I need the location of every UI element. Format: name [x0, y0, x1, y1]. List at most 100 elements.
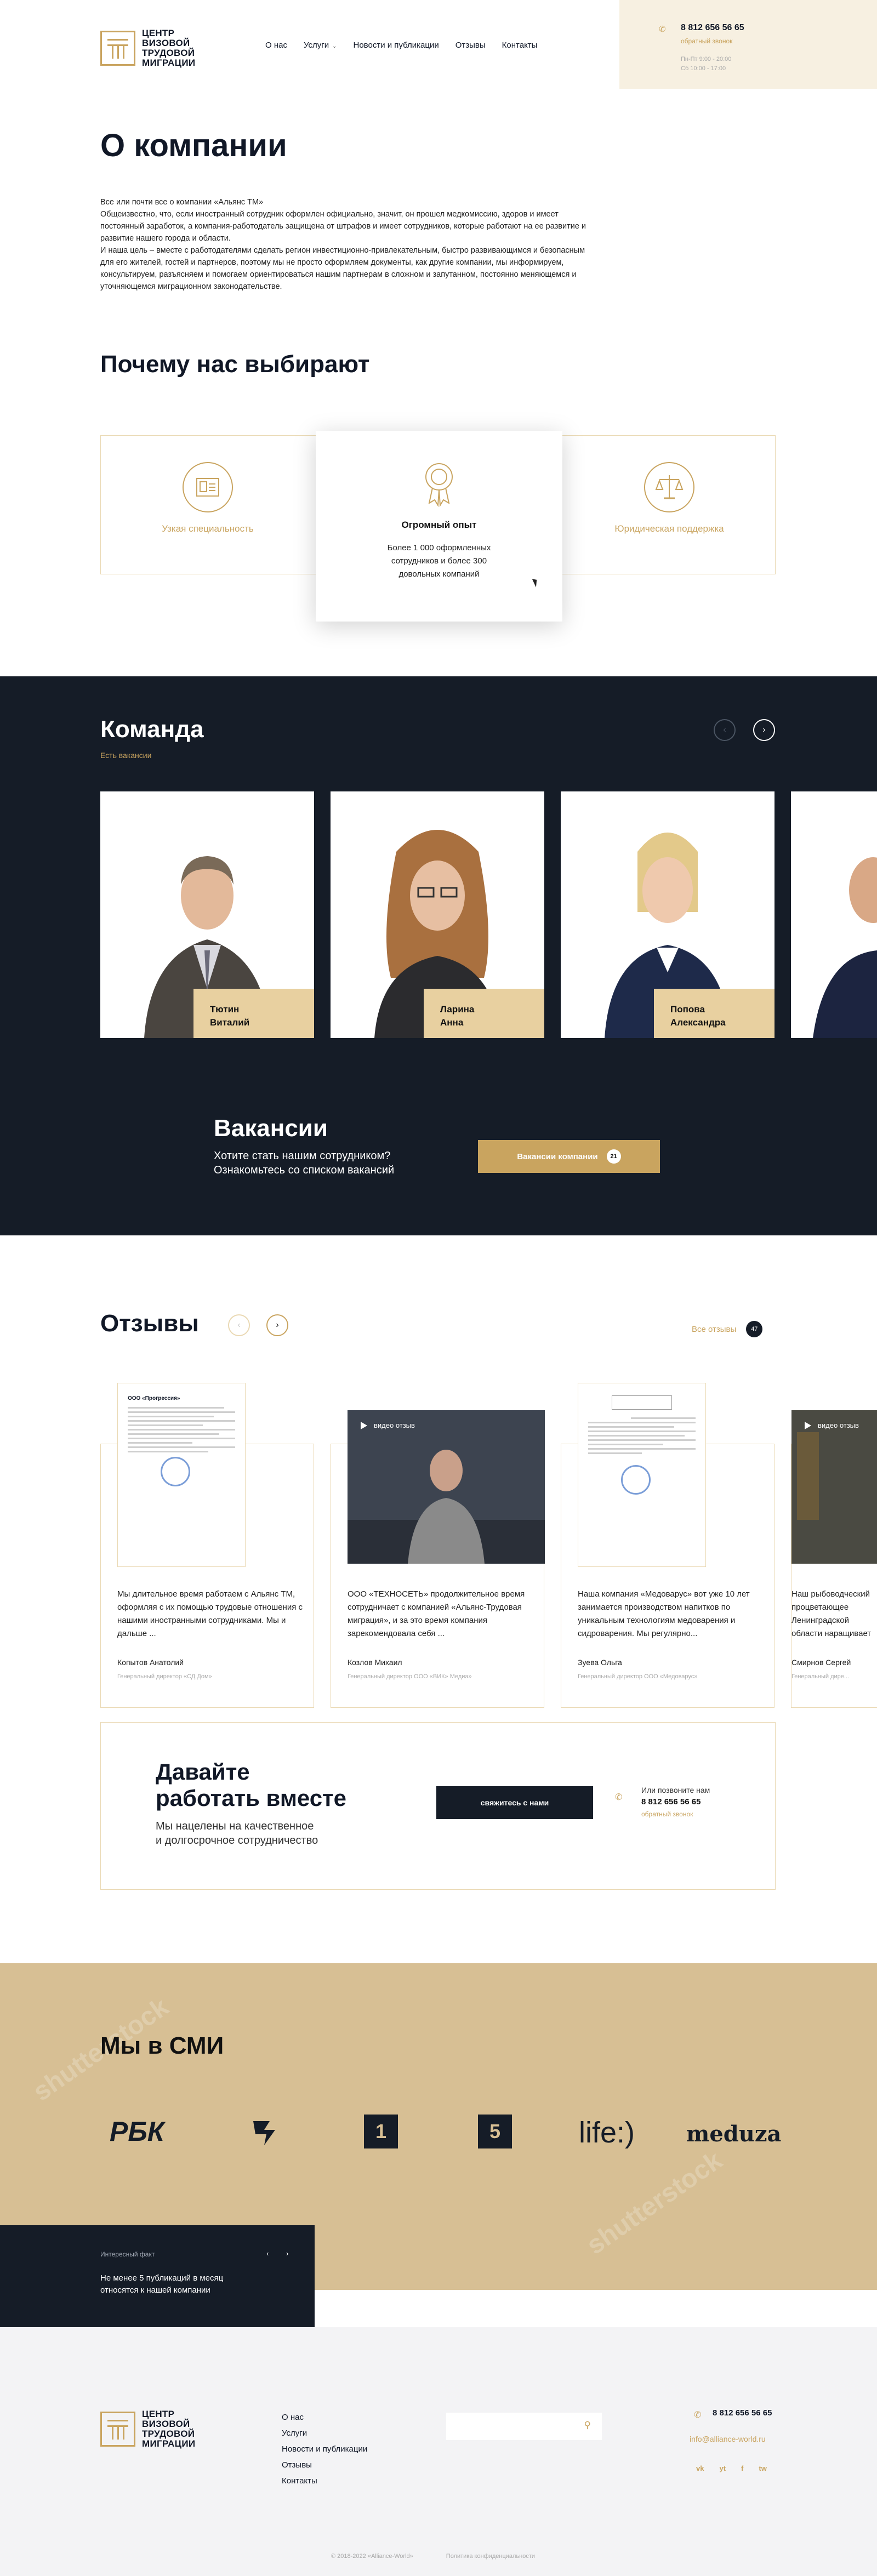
footer-nav-item[interactable]: Услуги [282, 2425, 367, 2441]
review-position: Генеральный директор ООО «ВИК» Медиа» [348, 1673, 472, 1680]
reviews-next-button[interactable]: › [266, 1314, 288, 1336]
footer-logo[interactable]: ЦЕНТР ВИЗОВОЙ ТРУДОВОЙ МИГРАЦИИ [100, 2409, 202, 2449]
review-card[interactable]: видео отзыв Наш рыбоводческий процветающ… [791, 1410, 877, 1708]
logo-line: ТРУДОВОЙ [142, 2429, 195, 2439]
vacancies-link[interactable]: Есть вакансии [100, 751, 151, 760]
reviews-prev-button[interactable]: ‹ [228, 1314, 250, 1336]
search-icon[interactable]: ⚲ [584, 2420, 591, 2431]
fact-prev-button[interactable]: ‹ [266, 2249, 269, 2258]
footer-email[interactable]: info@alliance-world.ru [690, 2435, 766, 2443]
vacancies-button[interactable]: Вакансии компании 21 [478, 1140, 660, 1173]
review-video[interactable]: видео отзыв [791, 1410, 877, 1564]
team-member-card[interactable] [791, 791, 877, 1038]
tv3-icon [253, 2121, 275, 2145]
all-reviews-link[interactable]: Все отзывы 47 [692, 1321, 763, 1337]
team-next-button[interactable]: › [753, 719, 775, 741]
watermark-icon: shutterstock [581, 2146, 728, 2260]
review-author: Козлов Михаил [348, 1658, 402, 1667]
why-card-experience: Огромный опыт Более 1 000 оформленных со… [316, 431, 562, 622]
hours-line: Сб 10:00 - 17:00 [681, 65, 726, 72]
first-channel-icon: 1 [375, 2120, 387, 2142]
tv3-logo[interactable] [248, 2116, 281, 2154]
team-member-card[interactable]: Попова Александра Младший консультант [561, 791, 775, 1038]
member-info: Попова Александра Младший консультант [654, 989, 775, 1038]
nav-contacts[interactable]: Контакты [502, 41, 538, 50]
why-title: Почему нас выбирают [100, 351, 370, 378]
review-position: Генеральный директор ООО «Медоварус» [578, 1673, 698, 1680]
logo-line: ТРУДОВОЙ [142, 48, 195, 58]
logo-line: МИГРАЦИИ [142, 2438, 196, 2449]
fact-label: Интересный факт [100, 2250, 155, 2258]
review-author: Смирнов Сергей [791, 1658, 851, 1667]
nav-services[interactable]: Услуги ⌄ [304, 41, 337, 50]
header-phone[interactable]: 8 812 656 56 65 [681, 23, 744, 33]
review-video[interactable]: видео отзыв [348, 1410, 545, 1564]
cta-sub-line: и долгосрочное сотрудничество [156, 1834, 318, 1846]
cta-title: Давайте работать вместе [156, 1759, 346, 1811]
phone-icon: ✆ [615, 1793, 623, 1802]
vk-icon[interactable]: vk [696, 2464, 704, 2472]
member-role: Главный юрист [210, 1037, 303, 1038]
facebook-icon[interactable]: f [741, 2464, 743, 2472]
review-letter[interactable] [578, 1383, 706, 1567]
review-text: ООО «ТЕХНОСЕТЬ» продолжительное время со… [348, 1589, 525, 1638]
video-label-text: видео отзыв [818, 1421, 859, 1429]
fact-next-button[interactable]: › [286, 2249, 288, 2258]
twitter-icon[interactable]: tw [759, 2464, 766, 2472]
channel5-logo[interactable]: 5 [478, 2115, 512, 2148]
vacancies-subtitle: Хотите стать нашим сотрудником? Ознакомь… [214, 1150, 395, 1176]
cta-block: Давайте работать вместе Мы нацелены на к… [100, 1722, 776, 1890]
review-letter[interactable]: ООО «Прогрессия» [117, 1383, 246, 1567]
why-label: Узкая специальность [162, 523, 254, 534]
vacancies-count-badge: 21 [606, 1149, 621, 1164]
callback-link[interactable]: обратный звонок [681, 37, 732, 45]
cta-call: Или позвоните нам 8 812 656 56 65 обратн… [641, 1784, 710, 1820]
logo[interactable]: ЦЕНТР ВИЗОВОЙ ТРУДОВОЙ МИГРАЦИИ [100, 29, 202, 68]
footer-nav-item[interactable]: Отзывы [282, 2457, 367, 2473]
meduza-logo[interactable]: meduza [686, 2121, 781, 2147]
privacy-link[interactable]: Политика конфиденциальности [446, 2553, 535, 2560]
media-title: Мы в СМИ [100, 2032, 224, 2059]
nav-about[interactable]: О нас [265, 41, 287, 50]
logo-mark-icon [100, 31, 135, 66]
member-role: Младший консультант [670, 1037, 764, 1038]
contact-us-button[interactable]: свяжитесь с нами [436, 1786, 593, 1819]
footer-nav-item[interactable]: О нас [282, 2409, 367, 2425]
cta-callback-link[interactable]: обратный звонок [641, 1808, 710, 1820]
life-logo[interactable]: life:) [579, 2116, 635, 2150]
site-header: ЦЕНТР ВИЗОВОЙ ТРУДОВОЙ МИГРАЦИИ О нас Ус… [0, 0, 877, 89]
about-paragraph: И наша цель – вместе с работодателями сд… [100, 246, 585, 291]
about-paragraph: Общеизвестно, что, если иностранный сотр… [100, 210, 586, 243]
footer-nav: О нас Услуги Новости и публикации Отзывы… [282, 2409, 367, 2489]
member-name: Ларина Анна [440, 1004, 475, 1028]
rbc-logo[interactable]: РБК [110, 2116, 164, 2147]
cta-call-label: Или позвоните нам [641, 1786, 710, 1794]
nav-reviews[interactable]: Отзывы [455, 41, 486, 50]
review-card[interactable]: видео отзыв ООО «ТЕХНОСЕТЬ» продолжитель… [331, 1410, 545, 1708]
footer-phone[interactable]: 8 812 656 56 65 [713, 2408, 772, 2418]
logo-line: ЦЕНТР [142, 28, 175, 38]
social-links: vk yt f tw [696, 2464, 767, 2472]
footer-nav-item[interactable]: Новости и публикации [282, 2441, 367, 2457]
chevron-down-icon: ⌄ [332, 43, 337, 49]
review-card[interactable]: ООО «Прогрессия» Мы длительное время раб… [100, 1383, 314, 1708]
video-label-text: видео отзыв [374, 1421, 415, 1429]
first-channel-logo[interactable]: 1 [364, 2115, 398, 2148]
logo-line: ЦЕНТР [142, 2409, 175, 2419]
team-member-card[interactable]: Ларина Анна Консультант [331, 791, 544, 1038]
nav-news[interactable]: Новости и публикации [354, 41, 439, 50]
youtube-icon[interactable]: yt [719, 2464, 726, 2472]
search-input[interactable]: ⚲ [446, 2413, 602, 2440]
doc-company: ООО «Прогрессия» [128, 1395, 180, 1401]
member-role: Консультант [440, 1037, 533, 1038]
footer-nav-item[interactable]: Контакты [282, 2473, 367, 2489]
team-member-card[interactable]: Тютин Виталий Главный юрист [100, 791, 314, 1038]
review-card[interactable]: Наша компания «Медоварус» вот уже 10 лет… [561, 1383, 775, 1708]
team-prev-button[interactable]: ‹ [714, 719, 736, 741]
team-title: Команда [100, 716, 204, 743]
logo-line: ВИЗОВОЙ [142, 38, 190, 48]
logo-text: ЦЕНТР ВИЗОВОЙ ТРУДОВОЙ МИГРАЦИИ [142, 2409, 202, 2449]
cta-phone[interactable]: 8 812 656 56 65 [641, 1796, 710, 1808]
nav-services-label: Услуги [303, 41, 329, 50]
video-thumbnail-icon [348, 1410, 545, 1564]
